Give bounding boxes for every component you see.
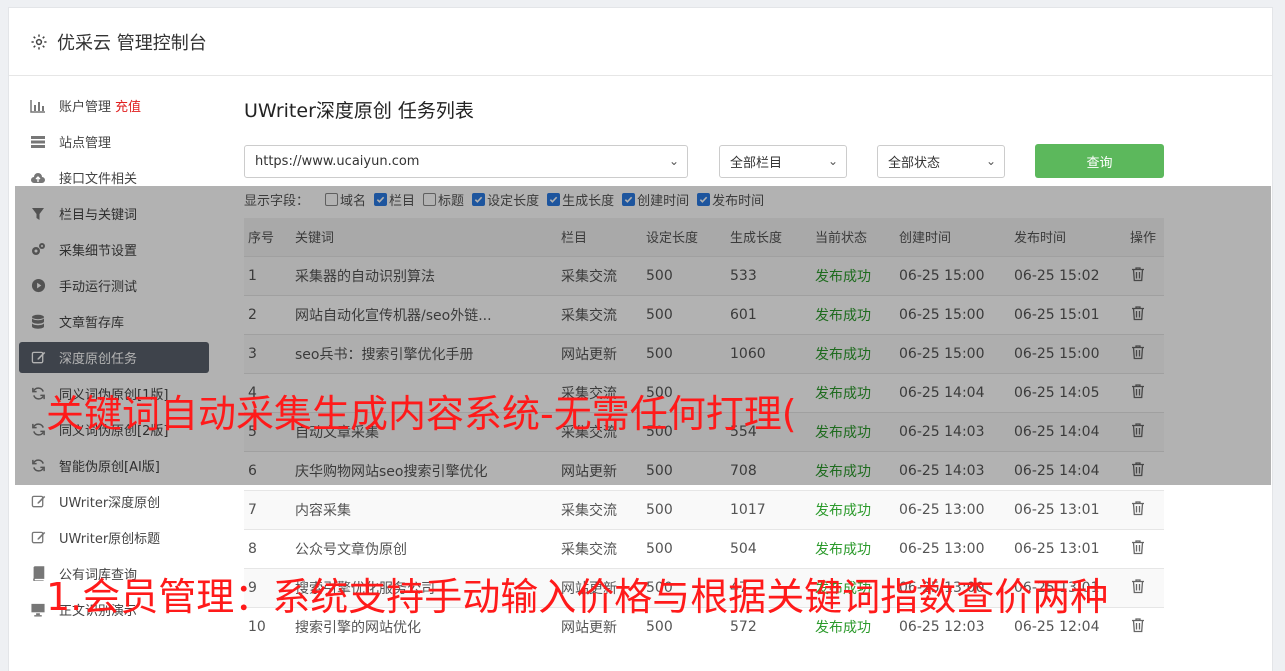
- table-cell: 7: [244, 489, 291, 529]
- table-cell: 8: [244, 528, 291, 568]
- table-cell: 采集交流: [557, 489, 642, 529]
- edit-icon: [30, 530, 46, 546]
- sidebar-item-label: 账户管理: [59, 100, 112, 115]
- sidebar-item-label: 站点管理: [59, 136, 112, 151]
- action-cell: [1126, 489, 1164, 529]
- status-select-value: 全部状态: [888, 155, 941, 171]
- task-list-title: UWriter深度原创 任务列表: [244, 100, 474, 122]
- table-cell: 发布成功: [811, 528, 895, 568]
- sidebar-item-label: 接口文件相关: [59, 172, 138, 187]
- table-cell: 1017: [726, 489, 811, 529]
- server-icon: [30, 134, 46, 150]
- table-row: 7 内容采集 采集交流 500 1017 发布成功 06-25 13:00 06-25 13:…: [244, 489, 1164, 529]
- trash-icon[interactable]: [1130, 538, 1146, 556]
- query-button[interactable]: 查询: [1035, 144, 1164, 178]
- page-title: 优采云 管理控制台: [57, 32, 207, 54]
- site-select[interactable]: https://www.ucaiyun.com ⌄: [244, 144, 688, 178]
- overlay-caption-1: 关键词自动采集生成内容系统-无需任何打理(: [46, 392, 797, 436]
- table-cell: 06-25 13:01: [1010, 528, 1126, 568]
- book-icon: [30, 566, 46, 582]
- sidebar-item[interactable]: UWriter原创标题: [19, 522, 209, 553]
- table-cell: 06-25 13:00: [895, 489, 1010, 529]
- header: 优采云 管理控制台: [9, 8, 1272, 76]
- table-cell: 500: [642, 528, 726, 568]
- trash-icon[interactable]: [1130, 499, 1146, 517]
- monitor-icon: [30, 602, 46, 618]
- table-cell: 采集交流: [557, 528, 642, 568]
- sidebar-item[interactable]: 账户管理 充值: [19, 90, 209, 121]
- table-cell: 公众号文章伪原创: [291, 528, 557, 568]
- action-cell: [1126, 606, 1164, 646]
- overlay-band: [15, 186, 1271, 485]
- action-cell: [1126, 528, 1164, 568]
- recharge-link[interactable]: 充值: [115, 96, 141, 115]
- filter-bar: https://www.ucaiyun.com ⌄ 全部栏目 ⌄ 全部状态 ⌄ …: [244, 144, 1164, 178]
- trash-icon[interactable]: [1130, 616, 1146, 634]
- table-cell: 发布成功: [811, 489, 895, 529]
- sidebar-item-label: UWriter原创标题: [59, 532, 161, 547]
- table-cell: 内容采集: [291, 489, 557, 529]
- sidebar-item[interactable]: UWriter深度原创: [19, 486, 209, 517]
- table-cell: 500: [642, 489, 726, 529]
- chevron-down-icon: ⌄: [827, 154, 838, 168]
- site-select-value: https://www.ucaiyun.com: [255, 153, 420, 169]
- column-select[interactable]: 全部栏目 ⌄: [719, 144, 847, 178]
- trash-icon[interactable]: [1130, 577, 1146, 595]
- table-cell: 504: [726, 528, 811, 568]
- status-select[interactable]: 全部状态 ⌄: [877, 144, 1005, 178]
- column-select-value: 全部栏目: [730, 155, 783, 171]
- sidebar-item-label: UWriter深度原创: [59, 496, 161, 511]
- table-row: 8 公众号文章伪原创 采集交流 500 504 发布成功 06-25 13:00 06-25 …: [244, 528, 1164, 568]
- table-cell: 06-25 13:00: [895, 528, 1010, 568]
- edit-icon: [30, 494, 46, 510]
- sidebar-item[interactable]: 站点管理: [19, 126, 209, 157]
- chevron-down-icon: ⌄: [985, 154, 996, 168]
- overlay-caption-2: 1.会员管理：系统支持手动输入价格与根据关键词指数查价两种: [46, 575, 1109, 619]
- bar-chart-icon: [30, 98, 46, 114]
- chevron-down-icon: ⌄: [668, 154, 679, 168]
- table-cell: 06-25 13:01: [1010, 489, 1126, 529]
- action-cell: [1126, 567, 1164, 607]
- cloud-upload-icon: [30, 170, 46, 186]
- gear-icon: [29, 32, 49, 52]
